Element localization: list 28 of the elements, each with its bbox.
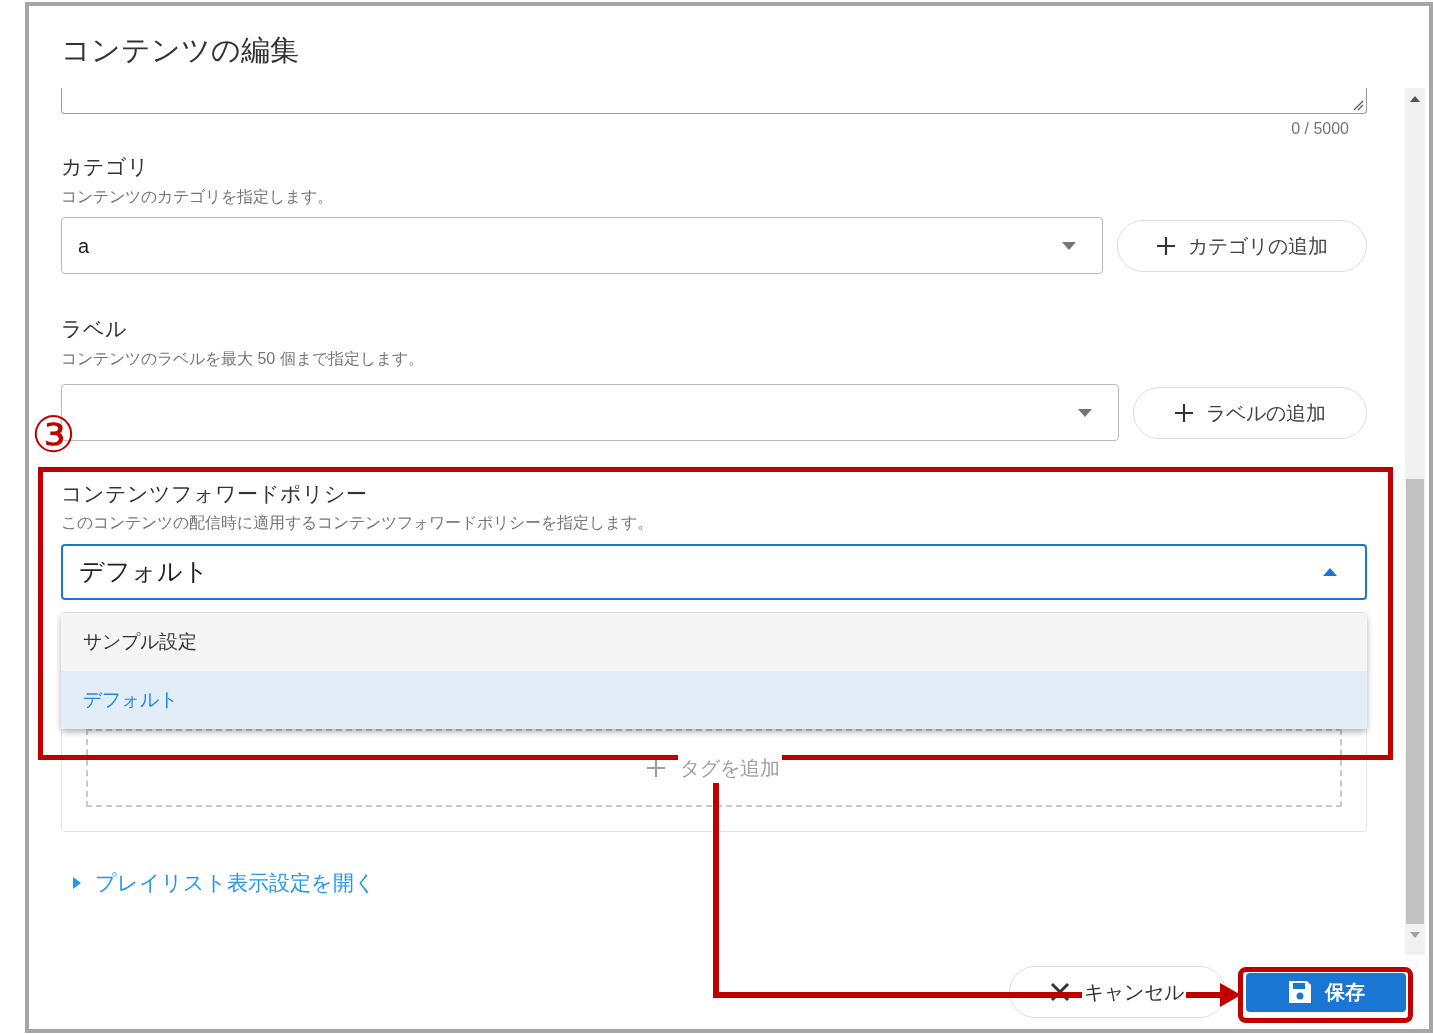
scrollbar-thumb[interactable]: [1406, 479, 1424, 924]
resize-handle-icon: [1352, 99, 1364, 111]
plus-icon: [1156, 235, 1176, 256]
dialog-title: コンテンツの編集: [61, 33, 300, 68]
save-button[interactable]: 保存: [1246, 972, 1406, 1012]
field-help-text: コンテンツのラベルを最大 50 個まで指定します。: [61, 349, 425, 369]
plus-icon: [646, 758, 666, 778]
scrollbar[interactable]: [1405, 88, 1425, 955]
description-textarea[interactable]: [61, 88, 1367, 114]
field-label: ラベル: [61, 316, 128, 342]
dropdown-option[interactable]: サンプル設定: [61, 613, 1367, 671]
scroll-up-icon: [1410, 96, 1420, 102]
character-counter: 0 / 5000: [1291, 119, 1349, 139]
close-icon: [1049, 982, 1070, 1002]
step-number: ③: [31, 409, 76, 461]
category-select[interactable]: a: [61, 217, 1103, 274]
plus-icon: [1174, 402, 1194, 423]
scroll-down-icon: [1410, 932, 1420, 938]
field-help-text: コンテンツのカテゴリを指定します。: [61, 187, 334, 207]
field-label: カテゴリ: [61, 154, 150, 180]
forward-policy-select[interactable]: デフォルト: [61, 544, 1367, 600]
caret-up-icon: [1323, 568, 1337, 576]
field-help-text: このコンテンツの配信時に適用するコンテンツフォワードポリシーを指定します。: [61, 513, 654, 533]
caret-down-icon: [1078, 408, 1092, 417]
field-label: コンテンツフォワードポリシー: [61, 481, 368, 507]
caret-right-icon: [73, 877, 81, 889]
cancel-button[interactable]: キャンセル: [1009, 966, 1226, 1018]
caret-down-icon: [1062, 241, 1076, 250]
